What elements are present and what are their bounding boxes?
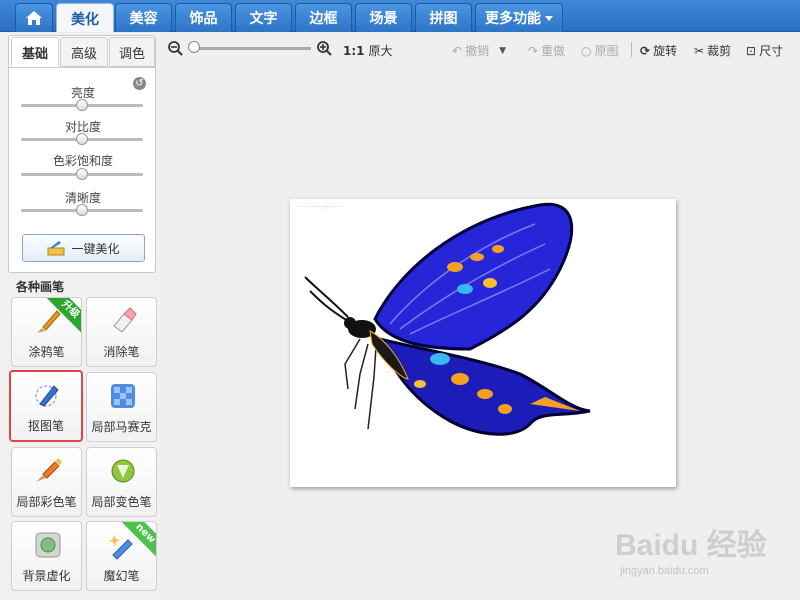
image-toolbar: 1:1 原大 ↶ 撤销 ▼ ↷ 重做 ○ 原图 ⟳ 旋转 ✂ 裁剪 ⊡ 尺寸 bbox=[162, 32, 800, 66]
crop-button[interactable]: ✂ 裁剪 bbox=[694, 42, 731, 59]
brush-magic[interactable]: new 魔幻笔 bbox=[86, 521, 157, 591]
undo-label: 撤销 bbox=[465, 44, 490, 58]
dropdown-caret-icon bbox=[545, 15, 553, 21]
brush-eraser[interactable]: 消除笔 bbox=[86, 297, 157, 367]
undo-dropdown-icon[interactable]: ▼ bbox=[499, 46, 506, 56]
tab-more-features[interactable]: 更多功能 bbox=[475, 3, 563, 32]
brushes-title: 各种画笔 bbox=[16, 280, 65, 294]
color-brush-icon bbox=[36, 458, 62, 482]
rotate-label: 旋转 bbox=[653, 44, 678, 58]
sharpness-slider-knob[interactable] bbox=[76, 204, 88, 216]
zoom-in-icon[interactable] bbox=[317, 41, 332, 56]
tab-divider bbox=[9, 67, 155, 68]
home-button[interactable] bbox=[15, 3, 53, 32]
brush-cutout[interactable]: 抠图笔 bbox=[9, 370, 83, 442]
more-features-label: 更多功能 bbox=[485, 11, 541, 27]
cutout-pen-icon bbox=[35, 385, 59, 407]
tab-scene[interactable]: 场景 bbox=[355, 3, 412, 32]
top-nav-bar: 美化 美容 饰品 文字 边框 场景 拼图 更多功能 bbox=[0, 0, 800, 33]
undo-button[interactable]: ↶ 撤销 ▼ bbox=[452, 42, 506, 59]
crop-icon: ✂ bbox=[694, 43, 705, 58]
tab-accessories[interactable]: 饰品 bbox=[175, 3, 232, 32]
undo-icon: ↶ bbox=[452, 43, 463, 58]
resize-label: 尺寸 bbox=[759, 44, 784, 58]
original-size-label: 原大 bbox=[368, 44, 393, 58]
crop-label: 裁剪 bbox=[707, 44, 732, 58]
brush-label: 背景虚化 bbox=[22, 569, 71, 583]
tab-advanced[interactable]: 高级 bbox=[60, 37, 108, 67]
redo-icon: ↷ bbox=[528, 43, 539, 58]
original-image-icon: ○ bbox=[581, 43, 592, 58]
original-image-button[interactable]: ○ 原图 bbox=[581, 42, 619, 59]
adjust-panel: 基础 高级 调色 ↺ 亮度 对比度 色彩饱和度 清晰度 一键美化 bbox=[8, 35, 156, 273]
brush-label: 消除笔 bbox=[103, 345, 140, 359]
photo-canvas[interactable]: ······ ········/········· bbox=[290, 199, 676, 487]
toolbar-divider bbox=[631, 42, 632, 57]
zoom-slider-knob[interactable] bbox=[188, 41, 200, 53]
brush-label: 涂鸦笔 bbox=[28, 345, 65, 359]
tab-frame[interactable]: 边框 bbox=[295, 3, 352, 32]
contrast-slider-knob[interactable] bbox=[76, 133, 88, 145]
baidu-watermark-brand: Baidu 经验 bbox=[615, 529, 767, 562]
magic-wand-icon bbox=[47, 241, 65, 256]
one-click-beautify-button[interactable]: 一键美化 bbox=[22, 234, 145, 262]
brush-doodle[interactable]: 升级 涂鸦笔 bbox=[11, 297, 82, 367]
saturation-slider[interactable] bbox=[21, 168, 143, 180]
actual-size-button[interactable]: 1:1 原大 bbox=[343, 42, 393, 59]
zoom-slider[interactable] bbox=[193, 47, 311, 50]
mosaic-icon bbox=[111, 384, 135, 408]
butterfly-image bbox=[304, 202, 591, 436]
saturation-slider-knob[interactable] bbox=[76, 168, 88, 180]
brush-mosaic[interactable]: 局部马赛克 bbox=[86, 372, 157, 442]
tab-beautify[interactable]: 美化 bbox=[56, 3, 114, 33]
tab-beauty[interactable]: 美容 bbox=[115, 3, 172, 32]
resize-button[interactable]: ⊡ 尺寸 bbox=[746, 42, 783, 59]
recolor-icon bbox=[111, 459, 135, 483]
brightness-slider-knob[interactable] bbox=[76, 99, 88, 111]
contrast-slider[interactable] bbox=[21, 133, 143, 145]
brush-bg-blur[interactable]: 背景虚化 bbox=[11, 521, 82, 591]
brush-label: 局部彩色笔 bbox=[16, 495, 77, 509]
zoom-out-icon[interactable] bbox=[168, 41, 183, 56]
tab-basic[interactable]: 基础 bbox=[11, 37, 59, 67]
baidu-watermark-url: jingyan.baidu.com bbox=[620, 565, 709, 577]
tab-text[interactable]: 文字 bbox=[235, 3, 292, 32]
eraser-icon bbox=[113, 307, 137, 333]
brush-recolor[interactable]: 局部变色笔 bbox=[86, 447, 157, 517]
one-click-beautify-label: 一键美化 bbox=[71, 241, 120, 256]
tab-collage[interactable]: 拼图 bbox=[415, 3, 472, 32]
baidu-watermark: Baidu 经验 jingyan.baidu.com bbox=[615, 520, 767, 577]
ratio-label: 1:1 bbox=[343, 43, 365, 58]
image-watermark: ······ ········/········· bbox=[296, 204, 344, 211]
brush-color[interactable]: 局部彩色笔 bbox=[11, 447, 82, 517]
left-panel: 基础 高级 调色 ↺ 亮度 对比度 色彩饱和度 清晰度 一键美化 各种画笔 升级… bbox=[0, 32, 162, 600]
brush-label: 抠图笔 bbox=[27, 419, 64, 433]
blur-icon bbox=[35, 532, 61, 558]
rotate-button[interactable]: ⟳ 旋转 bbox=[640, 42, 677, 59]
brightness-slider[interactable] bbox=[21, 99, 143, 111]
brush-label: 魔幻笔 bbox=[103, 569, 140, 583]
redo-label: 重做 bbox=[541, 44, 566, 58]
original-image-label: 原图 bbox=[594, 44, 619, 58]
saturation-label: 色彩饱和度 bbox=[52, 154, 113, 168]
sharpness-slider[interactable] bbox=[21, 204, 143, 216]
brush-label: 局部变色笔 bbox=[91, 495, 152, 509]
redo-button[interactable]: ↷ 重做 bbox=[528, 42, 565, 59]
rotate-icon: ⟳ bbox=[640, 43, 651, 58]
tab-color-grade[interactable]: 调色 bbox=[109, 37, 155, 67]
brush-label: 局部马赛克 bbox=[91, 420, 152, 434]
resize-icon: ⊡ bbox=[746, 43, 757, 58]
home-icon bbox=[26, 11, 42, 25]
